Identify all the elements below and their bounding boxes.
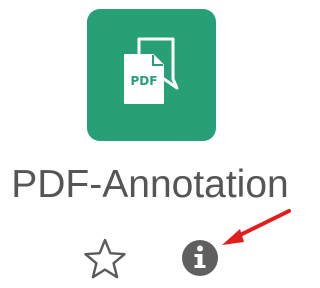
app-card: PDF PDF-Annotation <box>0 0 300 288</box>
app-icon-tile[interactable]: PDF <box>87 9 216 141</box>
pdf-annotation-icon: PDF <box>124 37 179 104</box>
pdf-label: PDF <box>131 74 158 88</box>
favorite-button[interactable] <box>82 237 128 281</box>
info-button[interactable] <box>178 236 222 280</box>
app-title: PDF-Annotation <box>11 163 289 206</box>
info-circle-icon <box>182 240 218 276</box>
star-outline-icon <box>84 238 126 279</box>
